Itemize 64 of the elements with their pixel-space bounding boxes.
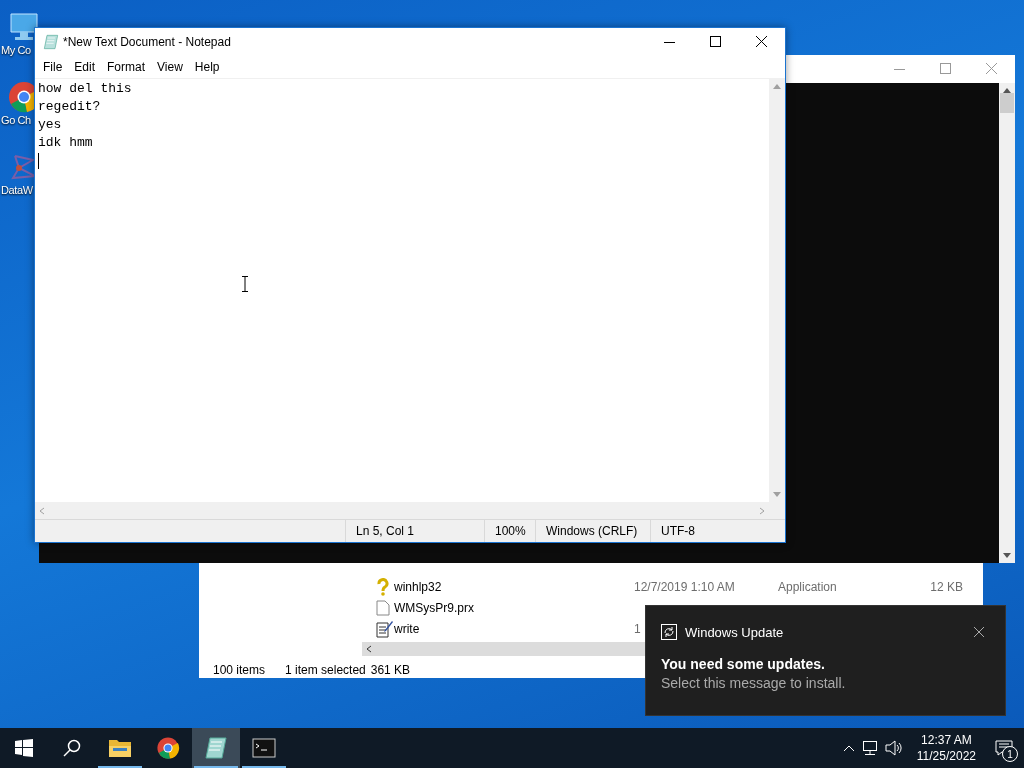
network-icon[interactable] — [860, 740, 879, 756]
file-name[interactable]: WMSysPr9.prx — [394, 600, 474, 615]
date-cell: 1 — [634, 621, 641, 636]
notification-count: 1 — [1002, 746, 1018, 762]
window-title: *New Text Document - Notepad — [63, 35, 232, 49]
status-text: 100% — [484, 520, 535, 542]
status-text: 100 items — [213, 663, 266, 677]
refresh-icon — [661, 624, 677, 640]
notepad-icon — [43, 34, 59, 50]
maximize-icon — [710, 36, 722, 48]
question-mark-icon — [376, 577, 390, 596]
scroll-down-arrow-icon[interactable] — [1003, 553, 1011, 558]
clock-time[interactable]: 12:37 AM — [921, 732, 972, 748]
toast-message[interactable]: Select this message to install. — [661, 675, 990, 691]
date-cell: 12/7/2019 1:10 AM — [634, 579, 735, 594]
text-editor[interactable]: how del this regedit? yes idk hmm — [35, 79, 769, 502]
file-icon — [376, 599, 390, 616]
status-text: Ln 5, Col 1 — [345, 520, 484, 542]
chevron-up-icon[interactable] — [842, 744, 855, 752]
notepad-icon — [204, 736, 228, 760]
taskbar-app-button[interactable] — [192, 728, 240, 768]
size-cell: 12 KB — [930, 579, 963, 594]
menu-item[interactable]: Edit — [68, 60, 102, 74]
menu-item[interactable]: View — [151, 60, 189, 74]
close-icon — [756, 36, 768, 48]
status-text: Windows (CRLF) — [535, 520, 650, 542]
windows-logo-icon — [15, 739, 33, 757]
status-text: 1 item selected — [285, 663, 366, 677]
file-name[interactable]: winhlp32 — [394, 579, 442, 594]
desktop-icon-label[interactable]: Go Ch — [1, 114, 33, 126]
toast-app-name: Windows Update — [685, 624, 785, 640]
menu-item[interactable]: Format — [101, 60, 152, 74]
desktop-icon-label[interactable]: DataW — [1, 184, 33, 196]
vertical-scrollbar[interactable] — [999, 83, 1015, 563]
menu-item[interactable]: File — [37, 60, 69, 74]
desktop-icon-label[interactable]: My Co — [1, 44, 33, 56]
horizontal-scrollbar[interactable] — [362, 642, 645, 656]
type-cell: Application — [778, 579, 837, 594]
search-icon — [63, 739, 81, 757]
chrome-icon — [156, 736, 180, 760]
text-line: regedit? — [38, 98, 101, 116]
notification-button[interactable]: 1 — [984, 728, 1024, 768]
toast-title[interactable]: You need some updates. — [661, 656, 990, 672]
text-line: idk hmm — [38, 134, 93, 152]
update-toast[interactable]: Windows Update You need some updates. Select this message to install. — [645, 605, 1006, 716]
scrollbar-thumb[interactable] — [1000, 93, 1014, 113]
status-text: UTF-8 — [650, 520, 771, 542]
clock-date[interactable]: 11/25/2022 — [916, 748, 976, 764]
text-line: yes — [38, 116, 62, 134]
folder-icon — [108, 738, 132, 758]
menu-item[interactable]: Help — [188, 60, 226, 74]
status-text: 361 KB — [370, 663, 411, 677]
scroll-up-arrow-icon[interactable] — [1003, 88, 1011, 93]
text-line: how del this — [38, 80, 132, 98]
maximize-icon — [940, 63, 952, 75]
close-icon — [986, 63, 998, 75]
close-icon[interactable] — [974, 627, 984, 637]
speaker-icon[interactable] — [884, 740, 903, 756]
text-caret — [38, 153, 39, 169]
message-icon — [995, 740, 1013, 756]
file-name[interactable]: write — [394, 621, 420, 636]
text-cursor-icon — [241, 276, 249, 292]
notepad-pen-icon — [376, 619, 394, 638]
terminal-icon — [252, 738, 276, 758]
